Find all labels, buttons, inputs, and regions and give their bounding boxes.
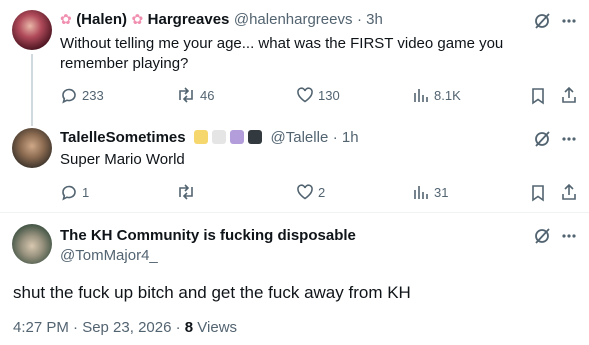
like-button[interactable]: 2 bbox=[296, 183, 325, 201]
cherry-blossom-icon: ✿ bbox=[60, 11, 72, 27]
like-count: 2 bbox=[318, 184, 326, 200]
author-handle[interactable]: @halenhargreevs bbox=[234, 11, 353, 28]
views-button[interactable]: 31 bbox=[412, 183, 448, 201]
bookmark-icon[interactable] bbox=[530, 87, 546, 105]
grok-icon[interactable] bbox=[533, 130, 551, 148]
cherry-blossom-icon: ✿ bbox=[131, 11, 144, 27]
bookmark-icon[interactable] bbox=[530, 184, 546, 202]
chip-dark bbox=[248, 130, 263, 144]
share-icon[interactable] bbox=[561, 86, 577, 104]
post-time[interactable]: · 1h bbox=[333, 129, 359, 146]
thread-line bbox=[31, 54, 33, 126]
retweet-icon bbox=[176, 86, 196, 104]
views-count: 8.1K bbox=[434, 87, 461, 103]
like-icon bbox=[296, 183, 314, 201]
views-count: 8 bbox=[184, 319, 194, 336]
grok-icon[interactable] bbox=[533, 12, 551, 30]
author-name[interactable]: The KH Community is fucking disposable bbox=[60, 227, 356, 244]
views-label: Views bbox=[197, 319, 238, 336]
post-time[interactable]: · 3h bbox=[357, 11, 383, 28]
reply-count: 233 bbox=[82, 87, 104, 103]
views-button[interactable]: 8.1K bbox=[412, 86, 461, 104]
tweet-text: Super Mario World bbox=[60, 151, 185, 168]
views-count: 31 bbox=[434, 184, 449, 200]
author-handle[interactable]: @TomMajor4_ bbox=[60, 247, 158, 264]
avatar-halen[interactable] bbox=[12, 10, 52, 50]
reply-icon bbox=[60, 86, 78, 104]
retweet-icon bbox=[176, 183, 196, 201]
color-chips bbox=[194, 129, 270, 146]
views-icon bbox=[412, 86, 430, 104]
tweet-text: shut the fuck up bitch and get the fuck … bbox=[13, 283, 411, 302]
avatar-tommajor[interactable] bbox=[12, 224, 52, 264]
more-icon[interactable] bbox=[561, 130, 577, 148]
like-icon bbox=[296, 86, 314, 104]
reply-button[interactable]: 1 bbox=[60, 183, 89, 201]
chip-yellow bbox=[194, 130, 209, 144]
chip-purple bbox=[230, 130, 245, 144]
like-button[interactable]: 130 bbox=[296, 86, 340, 104]
reply-count: 1 bbox=[82, 184, 90, 200]
tweet-text: Without telling me your age... what was … bbox=[60, 35, 504, 72]
retweet-button[interactable]: 46 bbox=[176, 86, 214, 104]
reply-button[interactable]: 233 bbox=[60, 86, 104, 104]
author-name-suffix[interactable]: Hargreaves bbox=[148, 11, 230, 28]
like-count: 130 bbox=[318, 87, 340, 103]
views-icon bbox=[412, 183, 430, 201]
more-icon[interactable] bbox=[561, 227, 577, 245]
retweet-count: 46 bbox=[200, 87, 215, 103]
post-timestamp[interactable]: 4:27 PM · Sep 23, 2026 · bbox=[13, 319, 181, 336]
more-icon[interactable] bbox=[561, 12, 577, 30]
retweet-button[interactable] bbox=[176, 183, 200, 201]
divider bbox=[0, 212, 589, 213]
reply-icon bbox=[60, 183, 78, 201]
chip-light-gray bbox=[212, 130, 227, 144]
grok-icon[interactable] bbox=[533, 227, 551, 245]
author-name-prefix[interactable]: (Halen) bbox=[76, 11, 127, 28]
avatar-talelle[interactable] bbox=[12, 128, 52, 168]
author-name[interactable]: TalelleSometimes bbox=[60, 129, 186, 146]
share-icon[interactable] bbox=[561, 183, 577, 201]
author-handle[interactable]: @Talelle bbox=[271, 129, 329, 146]
